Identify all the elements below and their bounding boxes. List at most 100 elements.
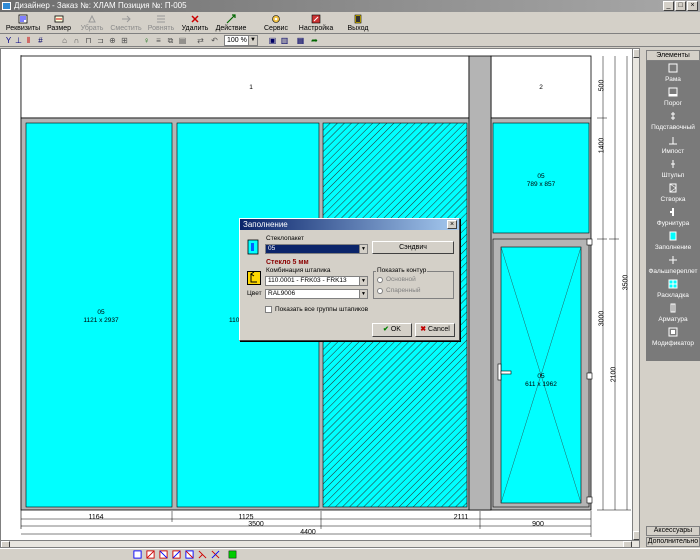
panel-item-hardware[interactable]: Фурнитура [646,206,700,230]
status-tool-1-icon[interactable] [133,550,142,559]
cancel-button[interactable]: ✖ Cancel [415,323,455,337]
delete-button[interactable]: Удалить [180,13,210,33]
undo-icon[interactable]: ↶ [210,36,219,45]
show-all-groups-checkbox[interactable] [265,306,272,313]
panel-item-modifier[interactable]: Модификатор [646,326,700,350]
print-icon[interactable]: ▦ [296,36,305,45]
shtulp-icon [671,160,675,168]
settings-icon [311,14,321,24]
remove-button[interactable]: Убрать [80,13,104,33]
elements-panel: Элементы Рама Порог Подставочный Импост … [646,50,700,548]
chevron-down-icon[interactable]: ▼ [359,290,367,298]
split-vertical-icon[interactable]: ⊥ [14,36,23,45]
radio-paired[interactable] [377,288,383,294]
panel-item-reinforcement[interactable]: Арматура [646,302,700,326]
mirror-icon[interactable]: ⫴ [24,36,33,45]
status-tool-5-icon[interactable] [185,550,194,559]
zoom-select[interactable]: 100 % ▼ [224,35,258,46]
app-icon [2,2,11,10]
color-select[interactable]: RAL9006 ▼ [265,289,368,299]
fill-dialog: Заполнение × Стеклопакет 05 ▼ Сэндвич Ст… [239,218,460,341]
ok-button[interactable]: ✔ OK [372,323,412,337]
chevron-down-icon[interactable]: ▼ [359,277,367,285]
hardware-icon [670,208,674,216]
exit-button[interactable]: Выход [344,13,372,33]
frame-icon [668,63,678,73]
rotate-icon[interactable]: ⇄ [196,36,205,45]
arch-icon[interactable]: ⌂ [60,36,69,45]
glass-unit-label: Стеклопакет [266,235,305,242]
fork-icon[interactable]: Y [4,36,13,45]
dim-500: 500 [598,79,606,92]
additional-tab[interactable]: Дополнительно [646,537,700,547]
hash-icon[interactable]: # [36,36,45,45]
radio-paired-label: Спаренный [386,287,421,294]
panel-item-false-bar[interactable]: Фальшпереплет [646,254,700,278]
shape-e-icon[interactable]: ⊞ [120,36,129,45]
panel-item-shtulp[interactable]: Штульп [646,158,700,182]
shape-a-icon[interactable]: ∩ [72,36,81,45]
export-icon[interactable]: ➦ [310,36,319,45]
color-label: Цвет [247,290,262,297]
layout-icon[interactable]: ▣ [268,36,277,45]
action-menu[interactable]: Действие [214,13,248,33]
paste-icon[interactable]: ▤ [178,36,187,45]
bar-icon[interactable]: ≡ [154,36,163,45]
minimize-button[interactable]: _ [663,1,674,11]
exit-door-icon [354,14,362,24]
dim-3500: 3500 [248,521,264,528]
panel-item-grid[interactable]: Раскладка [646,278,700,302]
status-tool-6-icon[interactable] [198,550,207,559]
panel-item-frame[interactable]: Рама [646,62,700,86]
glass-unit-select[interactable]: 05 ▼ [265,244,368,254]
shape-c-icon[interactable]: ⊐ [96,36,105,45]
status-tool-8-icon[interactable] [228,550,237,559]
transom-label-2: 2 [539,84,543,91]
radio-main[interactable] [377,277,383,283]
dialog-title-bar: Заполнение × [240,219,459,230]
sandwich-button[interactable]: Сэндвич [372,241,454,254]
shape-b-icon[interactable]: ⊓ [84,36,93,45]
settings-menu[interactable]: Настройка [298,13,334,33]
scroll-right-button[interactable] [623,541,632,547]
close-button[interactable]: × [687,1,698,11]
panel-item-stand[interactable]: Подставочный [646,110,700,134]
dim-3000: 3000 [598,310,606,327]
hinge-bottom [586,496,593,504]
chevron-down-icon[interactable]: ▼ [248,36,257,45]
pin-icon[interactable]: ♀ [142,36,151,45]
status-tool-4-icon[interactable] [172,550,181,559]
dim-900: 900 [532,521,544,528]
copy-icon[interactable]: ⧉ [166,36,175,45]
show-all-groups-label: Показать все группы штапиков [275,306,369,313]
status-tool-2-icon[interactable] [146,550,155,559]
panel-item-threshold[interactable]: Порог [646,86,700,110]
dim-1164: 1164 [88,514,104,521]
scroll-up-button[interactable] [633,49,639,58]
threshold-icon [668,87,678,97]
sash-icon [669,183,677,193]
dim-4400: 4400 [300,529,316,536]
window-icon[interactable]: ▥ [280,36,289,45]
vertical-scrollbar[interactable] [632,49,639,540]
accessories-tab[interactable]: Аксессуары [646,526,700,536]
shape-d-icon[interactable]: ⊕ [108,36,117,45]
panel-item-mullion[interactable]: Импост [646,134,700,158]
horizontal-scrollbar[interactable] [1,540,639,547]
chevron-down-icon[interactable]: ▼ [359,245,367,253]
panel-item-fill[interactable]: Заполнение [646,230,700,254]
panel-item-sash[interactable]: Створка [646,182,700,206]
maximize-button[interactable]: □ [675,1,686,11]
status-tool-3-icon[interactable] [159,550,168,559]
status-tool-7-icon[interactable] [211,550,220,559]
requisites-button[interactable]: Реквизиты [2,13,44,33]
dialog-close-button[interactable]: × [447,220,457,229]
scroll-left-button[interactable] [1,541,10,547]
size-button[interactable]: Размер [44,13,74,33]
align-button[interactable]: Ровнять [146,13,176,33]
dim-2100: 2100 [610,366,618,383]
scroll-down-button[interactable] [633,531,639,540]
shift-button[interactable]: Сместить [108,13,144,33]
bead-combination-select[interactable]: 110.0001 - FRK03 - FRK13 ▼ [265,276,368,286]
service-menu[interactable]: Сервис [260,13,292,33]
